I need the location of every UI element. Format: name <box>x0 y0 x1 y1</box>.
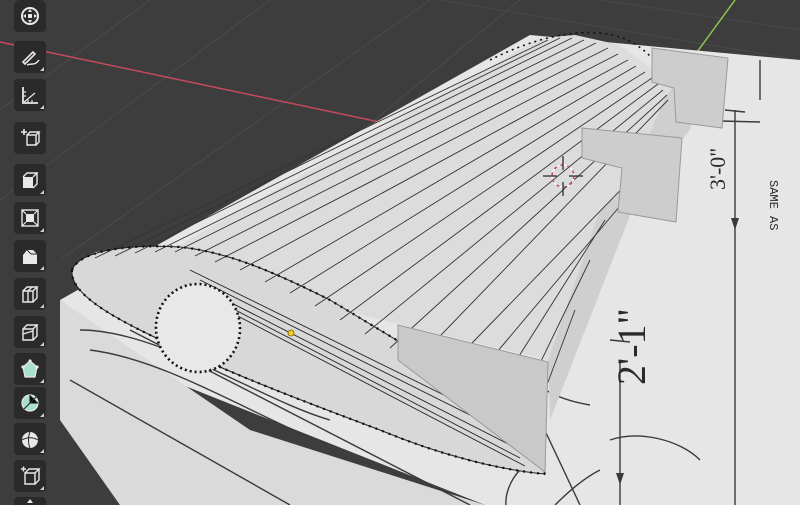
loop-cut-icon <box>22 286 39 303</box>
add-cube-icon <box>21 129 41 146</box>
bevel-icon <box>23 249 37 264</box>
shear-icon <box>21 466 41 485</box>
more-tools-button[interactable] <box>14 497 46 505</box>
bevel-tool-button[interactable] <box>14 240 46 272</box>
extrude-tool-button[interactable] <box>14 164 46 196</box>
viewport-canvas[interactable]: 2'-1" 3'-0" SAME AS <box>0 0 800 505</box>
extrude-icon <box>22 172 39 189</box>
annotate-icon <box>21 50 40 66</box>
blueprint-dimension-1: 2'-1" <box>609 308 654 385</box>
add-cube-tool-button[interactable] <box>14 122 46 154</box>
smooth-tool-button[interactable] <box>14 423 46 455</box>
transform-icon <box>21 7 39 25</box>
poly-build-tool-button[interactable] <box>14 353 46 385</box>
blueprint-dimension-2: 3'-0" <box>705 148 730 190</box>
shear-tool-button[interactable] <box>14 460 46 492</box>
measure-icon <box>22 87 38 104</box>
poly-build-icon <box>21 359 39 378</box>
annotate-tool-button[interactable] <box>14 41 46 73</box>
measure-tool-button[interactable] <box>14 79 46 111</box>
loop-cut-tool-button[interactable] <box>14 278 46 310</box>
transform-tool-button[interactable] <box>14 0 46 32</box>
active-vertex[interactable] <box>287 329 295 337</box>
knife-icon <box>22 324 39 341</box>
knife-tool-button[interactable] <box>14 316 46 348</box>
smooth-icon <box>21 431 39 449</box>
spin-icon <box>21 394 39 412</box>
chevron-up-icon <box>27 499 33 503</box>
blueprint-text-fragment: SAME AS <box>766 180 780 230</box>
tool-shelf <box>6 0 54 505</box>
3d-viewport[interactable]: 2'-1" 3'-0" SAME AS <box>0 0 800 505</box>
spin-tool-button[interactable] <box>14 387 46 419</box>
inset-tool-button[interactable] <box>14 202 46 234</box>
inset-icon <box>21 209 39 227</box>
